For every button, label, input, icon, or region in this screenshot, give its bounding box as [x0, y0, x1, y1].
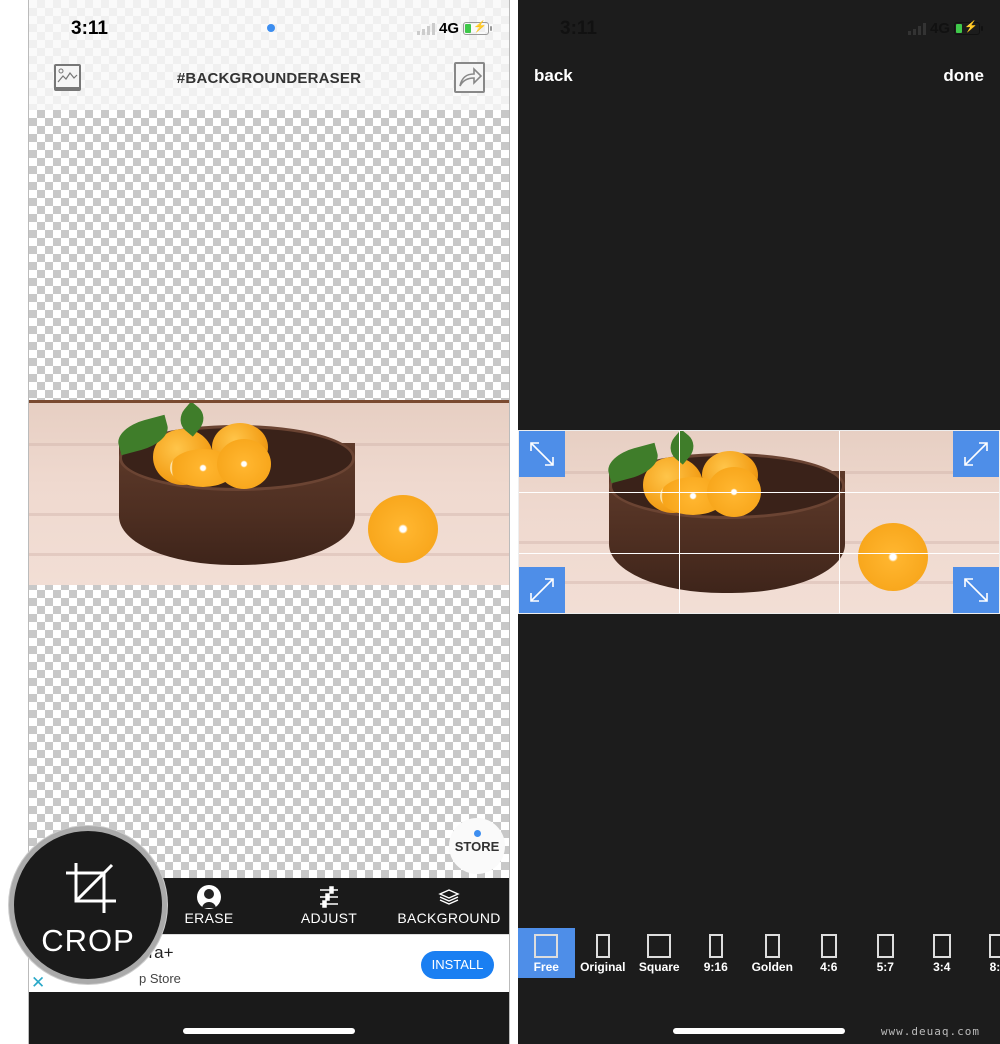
status-indicators: 4G ⚡	[907, 20, 983, 37]
ad-close-icon[interactable]: ✕	[31, 973, 45, 993]
status-indicators: 4G ⚡	[416, 20, 492, 37]
battery-icon: ⚡	[954, 21, 983, 35]
ratio-original[interactable]: Original	[575, 928, 632, 978]
ratio-shape-icon	[534, 934, 559, 958]
store-button[interactable]: STORE	[449, 818, 505, 874]
install-button[interactable]: INSTALL	[421, 951, 494, 979]
grid-line	[679, 431, 680, 613]
resize-diagonal-icon	[530, 578, 554, 602]
ratio-5-7[interactable]: 5:7	[857, 928, 914, 978]
sliders-icon	[269, 884, 389, 910]
status-bar: 3:11 4G ⚡	[518, 16, 1000, 42]
photo-layer[interactable]	[29, 400, 509, 585]
resize-diagonal-icon	[530, 442, 554, 466]
aspect-ratio-bar: Free Original Square 9:16 Golden 4:6 5:7…	[518, 928, 1000, 978]
back-button[interactable]: back	[534, 66, 573, 86]
ratio-shape-icon	[764, 934, 780, 958]
ratio-shape-icon	[647, 934, 672, 958]
editing-canvas[interactable]: STORE	[29, 110, 509, 878]
tool-adjust[interactable]: ADJUST	[269, 878, 389, 934]
grid-line	[839, 431, 840, 613]
network-type: 4G	[438, 20, 459, 37]
ratio-square[interactable]: Square	[631, 928, 688, 978]
tool-erase[interactable]: ERASE	[149, 878, 269, 934]
recording-dot-icon	[267, 24, 275, 32]
ratio-shape-icon	[932, 934, 951, 958]
photo-preview	[519, 431, 999, 613]
ratio-shape-icon	[988, 934, 1000, 958]
crop-icon	[66, 863, 116, 918]
watermark: www.deuaq.com	[880, 1025, 980, 1038]
app-header: 3:11 4G ⚡ #BACKGROUNDERASER	[29, 0, 509, 110]
person-silhouette-icon	[149, 884, 269, 910]
status-time: 3:11	[560, 18, 597, 39]
resize-diagonal-icon	[964, 578, 988, 602]
network-type: 4G	[929, 20, 950, 37]
signal-icon	[907, 22, 926, 35]
resize-diagonal-icon	[964, 442, 988, 466]
crop-handle-top-right[interactable]	[953, 431, 999, 477]
home-indicator[interactable]	[183, 1028, 355, 1034]
crop-magnifier-callout[interactable]: CROP	[9, 826, 167, 984]
ratio-9-16[interactable]: 9:16	[688, 928, 745, 978]
signal-icon	[416, 22, 435, 35]
layers-icon	[389, 884, 509, 910]
ad-subtitle: p Store	[139, 971, 181, 986]
grid-line	[519, 553, 999, 554]
crop-handle-bottom-left[interactable]	[519, 567, 565, 613]
crop-screen: 3:11 4G ⚡ back done Free Original Square…	[518, 0, 1000, 1044]
crop-area[interactable]	[518, 430, 1000, 614]
ratio-4-6[interactable]: 4:6	[801, 928, 858, 978]
ratio-8-10[interactable]: 8:1	[970, 928, 1000, 978]
app-title: #BACKGROUNDERASER	[176, 70, 362, 87]
crop-handle-top-left[interactable]	[519, 431, 565, 477]
done-button[interactable]: done	[943, 66, 984, 86]
grid-line	[519, 492, 999, 493]
tool-background[interactable]: BACKGROUND	[389, 878, 509, 934]
ratio-shape-icon	[708, 934, 723, 958]
screen-divider	[510, 0, 518, 1044]
ratio-shape-icon	[820, 934, 837, 958]
crop-handle-bottom-right[interactable]	[953, 567, 999, 613]
ratio-shape-icon	[595, 934, 610, 958]
ratio-free[interactable]: Free	[518, 928, 575, 978]
crop-label: CROP	[41, 923, 135, 958]
share-icon[interactable]	[454, 62, 485, 93]
notification-dot-icon	[473, 830, 481, 837]
ratio-3-4[interactable]: 3:4	[914, 928, 971, 978]
ratio-shape-icon	[876, 934, 894, 958]
home-indicator-area	[29, 992, 509, 1044]
battery-icon: ⚡	[463, 21, 492, 35]
status-bar: 3:11 4G ⚡	[29, 16, 509, 42]
ratio-golden[interactable]: Golden	[744, 928, 801, 978]
status-time: 3:11	[71, 18, 108, 39]
home-indicator[interactable]	[673, 1028, 845, 1034]
